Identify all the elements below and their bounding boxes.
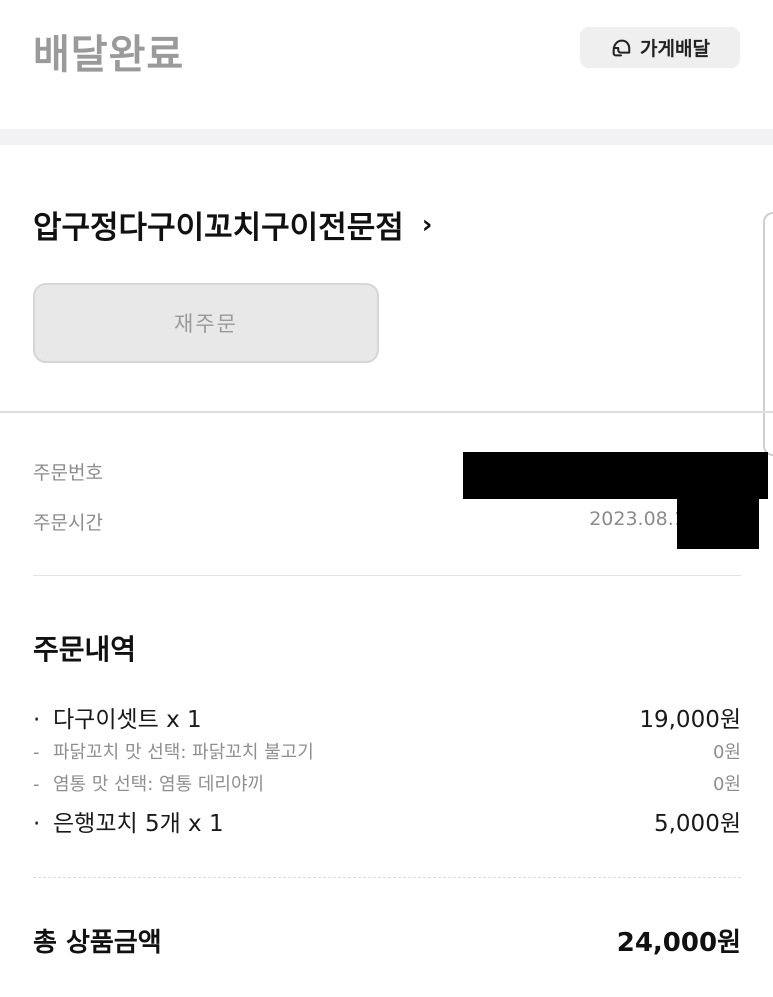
order-time-label: 주문시간 <box>33 512 103 534</box>
order-item: · 은행꼬치 5개 x 1 5,000원 <box>33 804 741 838</box>
order-number-label: 주문번호 <box>33 462 103 484</box>
delivery-chip-label: 가게배달 <box>640 38 710 60</box>
item-name: 다구이셋트 x 1 <box>53 707 202 733</box>
order-details-title: 주문내역 <box>33 633 137 666</box>
item-price: 5,000원 <box>653 811 741 837</box>
option-price: 0원 <box>712 742 741 763</box>
item-name: 은행꼬치 5개 x 1 <box>53 811 224 837</box>
order-item-option: - 파닭꼬치 맛 선택: 파닭꼬치 불고기 0원 <box>33 738 741 764</box>
reorder-button[interactable]: 재주문 <box>33 283 379 363</box>
divider <box>0 411 773 413</box>
item-price: 19,000원 <box>639 707 741 733</box>
order-item: · 다구이셋트 x 1 19,000원 <box>33 700 741 734</box>
side-panel-handle[interactable] <box>763 212 773 456</box>
store-delivery-badge: 가게배달 <box>580 27 740 68</box>
divider <box>33 877 741 878</box>
chevron-right-icon: › <box>421 209 433 240</box>
order-item-option: - 염통 맛 선택: 염통 데리야끼 0원 <box>33 770 741 796</box>
redacted-order-time <box>677 498 759 549</box>
divider <box>33 575 741 576</box>
redacted-order-number <box>463 452 768 499</box>
store-name-link[interactable]: 압구정다구이꼬치구이전문점 › <box>33 202 432 247</box>
option-name: 파닭꼬치 맛 선택: 파닭꼬치 불고기 <box>53 742 314 763</box>
section-separator-band <box>0 129 773 145</box>
total-label: 총 상품금액 <box>33 928 162 958</box>
store-name: 압구정다구이꼬치구이전문점 <box>33 210 404 246</box>
option-name: 염통 맛 선택: 염통 데리야끼 <box>53 774 265 795</box>
option-price: 0원 <box>712 774 741 795</box>
delivery-status-title: 배달완료 <box>33 32 185 78</box>
total-value: 24,000원 <box>616 928 741 958</box>
helmet-icon <box>612 39 631 56</box>
